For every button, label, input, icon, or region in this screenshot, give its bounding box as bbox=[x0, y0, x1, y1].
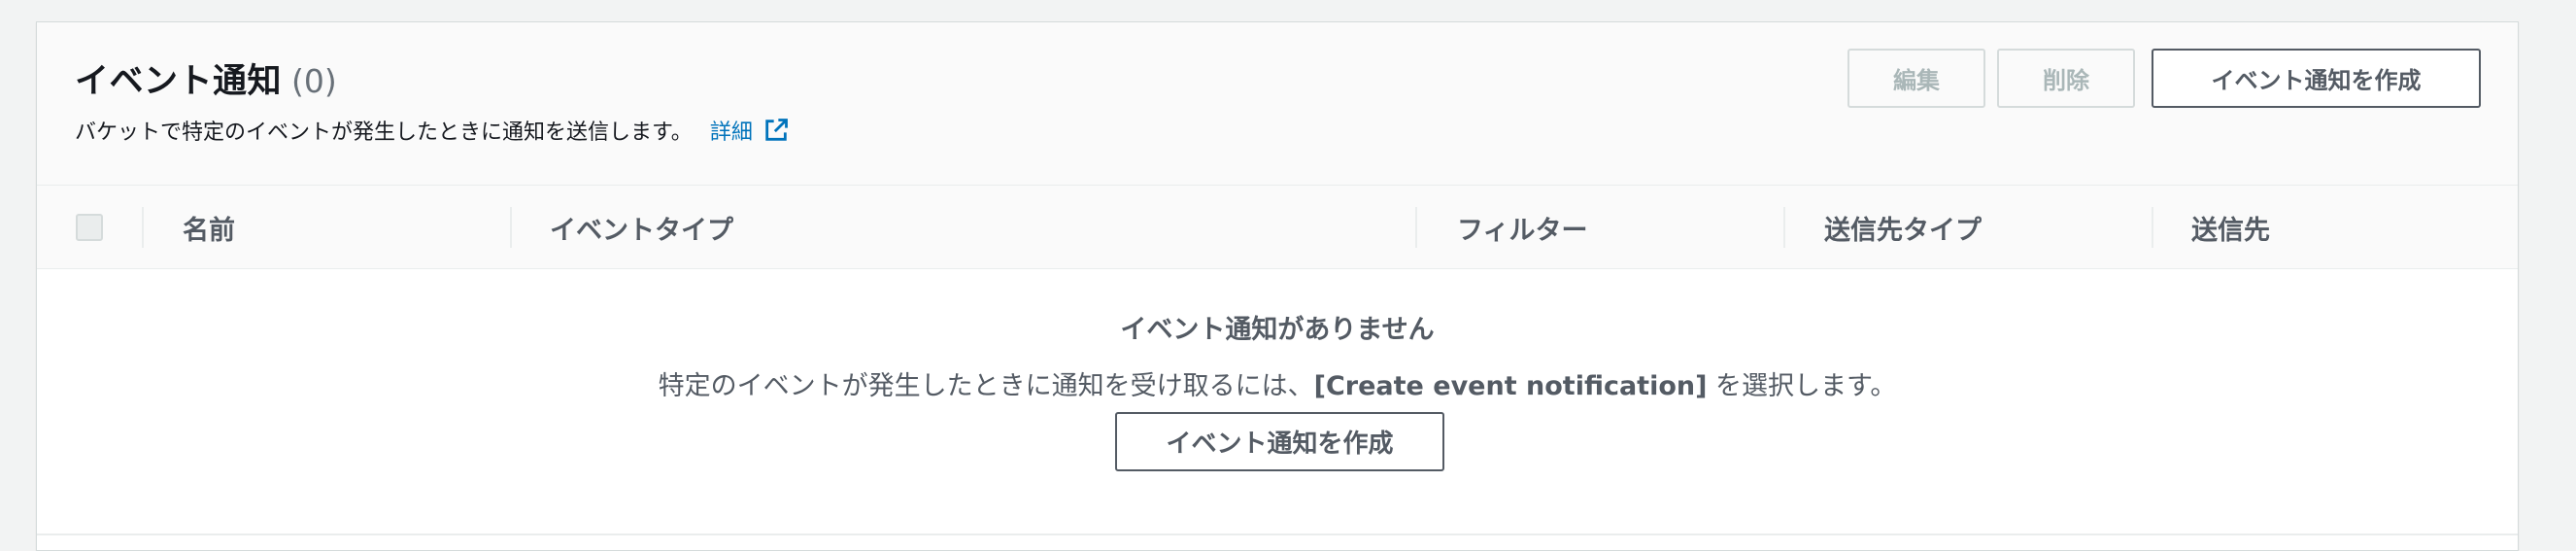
delete-button[interactable]: 削除 bbox=[1997, 49, 2135, 108]
panel-header: イベント通知 (0) バケットで特定のイベントが発生したときに通知を送信します。… bbox=[37, 22, 2518, 186]
empty-state-create-button[interactable]: イベント通知を作成 bbox=[1115, 412, 1444, 471]
select-all-checkbox[interactable] bbox=[76, 214, 103, 241]
table-header: 名前 イベントタイプ フィルター 送信先タイプ 送信先 bbox=[37, 186, 2518, 269]
panel-count: (0) bbox=[291, 62, 337, 100]
info-link[interactable]: 詳細 bbox=[710, 115, 790, 146]
panel-description: バケットで特定のイベントが発生したときに通知を送信します。 詳細 bbox=[75, 115, 790, 146]
column-header-filter[interactable]: フィルター bbox=[1457, 186, 1587, 269]
info-link-label: 詳細 bbox=[709, 121, 753, 145]
column-divider bbox=[510, 207, 512, 248]
edit-button[interactable]: 編集 bbox=[1847, 49, 1985, 108]
panel-title: イベント通知 bbox=[75, 62, 283, 101]
event-notifications-panel: イベント通知 (0) バケットで特定のイベントが発生したときに通知を送信します。… bbox=[36, 21, 2519, 551]
column-header-destination-type[interactable]: 送信先タイプ bbox=[1824, 186, 1982, 269]
panel-description-text: バケットで特定のイベントが発生したときに通知を送信します。 bbox=[75, 121, 693, 145]
column-header-name[interactable]: 名前 bbox=[183, 186, 235, 269]
empty-state: イベント通知がありません 特定のイベントが発生したときに通知を受け取るには、[C… bbox=[37, 269, 2518, 535]
column-header-event-type[interactable]: イベントタイプ bbox=[550, 186, 733, 269]
empty-state-desc-bold: [Create event notification] bbox=[1313, 371, 1708, 401]
external-link-icon bbox=[765, 119, 788, 141]
empty-state-desc-prefix: 特定のイベントが発生したときに通知を受け取るには、 bbox=[658, 371, 1314, 401]
column-divider bbox=[1415, 207, 1417, 248]
create-event-notification-button[interactable]: イベント通知を作成 bbox=[2152, 49, 2481, 108]
empty-state-desc-suffix: を選択します。 bbox=[1707, 371, 1897, 401]
column-divider bbox=[142, 207, 144, 248]
column-divider bbox=[2152, 207, 2153, 248]
panel-title-row: イベント通知 (0) bbox=[75, 53, 337, 103]
column-header-destination[interactable]: 送信先 bbox=[2191, 186, 2270, 269]
empty-state-title: イベント通知がありません bbox=[1120, 315, 1435, 345]
empty-state-description: 特定のイベントが発生したときに通知を受け取るには、[Create event n… bbox=[37, 364, 2518, 402]
column-divider bbox=[1783, 207, 1785, 248]
